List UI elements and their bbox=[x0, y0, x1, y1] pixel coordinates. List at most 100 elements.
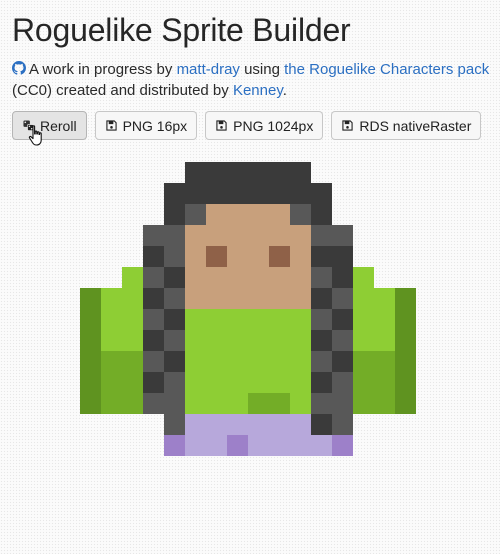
sprite-pixel bbox=[206, 225, 227, 246]
sprite-pixel bbox=[227, 435, 248, 456]
character-sprite bbox=[80, 162, 416, 456]
sprite-pixel bbox=[122, 288, 143, 309]
sprite-pixel bbox=[206, 288, 227, 309]
sprite-pixel bbox=[290, 351, 311, 372]
sprite-pixel bbox=[164, 435, 185, 456]
sprite-pixel bbox=[311, 309, 332, 330]
sprite-pixel bbox=[185, 246, 206, 267]
sprite-pixel bbox=[227, 309, 248, 330]
sprite-pixel bbox=[206, 183, 227, 204]
reroll-button[interactable]: Reroll bbox=[12, 111, 87, 140]
sprite-pixel bbox=[101, 372, 122, 393]
intro-text-part-3: (CC0) created and distributed by bbox=[12, 82, 233, 99]
sprite-pixel bbox=[80, 330, 101, 351]
sprite-pixel bbox=[269, 246, 290, 267]
sprite-pixel bbox=[206, 330, 227, 351]
kenney-link[interactable]: Kenney bbox=[233, 82, 283, 99]
rds-nativeraster-button[interactable]: RDS nativeRaster bbox=[331, 111, 482, 140]
sprite-pixel bbox=[290, 225, 311, 246]
sprite-pixel bbox=[164, 330, 185, 351]
sprite-pixel bbox=[248, 330, 269, 351]
sprite-pixel bbox=[143, 393, 164, 414]
intro-text: A work in progress by matt-dray using th… bbox=[12, 59, 496, 101]
sprite-pixel bbox=[185, 414, 206, 435]
sprite-pixel bbox=[122, 267, 143, 288]
sprite-pixel bbox=[290, 204, 311, 225]
sprite-pixel bbox=[332, 246, 353, 267]
sprite-pixel bbox=[185, 288, 206, 309]
sprite-pixel bbox=[269, 351, 290, 372]
sprite-pixel bbox=[227, 393, 248, 414]
sprite-pixel bbox=[164, 351, 185, 372]
sprite-pixel bbox=[269, 267, 290, 288]
sprite-pixel bbox=[143, 225, 164, 246]
sprite-pixel bbox=[248, 288, 269, 309]
sprite-pixel bbox=[332, 414, 353, 435]
sprite-pixel bbox=[164, 204, 185, 225]
sprite-pixel bbox=[353, 351, 374, 372]
sprite-pixel bbox=[395, 393, 416, 414]
sprite-pixel bbox=[206, 351, 227, 372]
sprite-pixel bbox=[206, 267, 227, 288]
sprite-pixel bbox=[101, 288, 122, 309]
sprite-pixel bbox=[164, 183, 185, 204]
sprite-pixel bbox=[143, 246, 164, 267]
sprite-pixel bbox=[311, 351, 332, 372]
sprite-pixel bbox=[311, 204, 332, 225]
sprite-pixel bbox=[332, 309, 353, 330]
sprite-pixel bbox=[269, 162, 290, 183]
intro-text-part-1: A work in progress by bbox=[29, 61, 177, 78]
sprite-pixel bbox=[164, 288, 185, 309]
sprite-pixel bbox=[353, 309, 374, 330]
github-icon[interactable] bbox=[12, 61, 26, 75]
sprite-pixel bbox=[290, 330, 311, 351]
sprite-pixel bbox=[80, 393, 101, 414]
sprite-pixel bbox=[185, 204, 206, 225]
sprite-pixel bbox=[185, 435, 206, 456]
sprite-pixel bbox=[290, 435, 311, 456]
sprite-pixel bbox=[374, 309, 395, 330]
sprite-pixel bbox=[290, 288, 311, 309]
hand-pointer-cursor bbox=[28, 125, 42, 146]
sprite-pixel bbox=[374, 330, 395, 351]
sprite-pixel bbox=[80, 351, 101, 372]
sprite-pixel bbox=[122, 393, 143, 414]
sprite-pixel bbox=[206, 162, 227, 183]
png-1024px-button[interactable]: PNG 1024px bbox=[205, 111, 324, 140]
sprite-pixel bbox=[80, 288, 101, 309]
sprite-pixel bbox=[185, 351, 206, 372]
sprite-pixel bbox=[311, 393, 332, 414]
sprite-pixel bbox=[80, 372, 101, 393]
sprite-pixel bbox=[101, 309, 122, 330]
sprite-pixel bbox=[332, 351, 353, 372]
sprite-pixel bbox=[122, 372, 143, 393]
png-16px-button[interactable]: PNG 16px bbox=[94, 111, 198, 140]
sprite-pixel bbox=[248, 246, 269, 267]
sprite-pixel bbox=[185, 225, 206, 246]
sprite-pixel bbox=[269, 183, 290, 204]
sprite-pixel bbox=[143, 330, 164, 351]
sprite-pixel bbox=[206, 309, 227, 330]
sprite-pixel bbox=[206, 393, 227, 414]
sprite-pixel bbox=[248, 435, 269, 456]
sprite-pixel bbox=[227, 330, 248, 351]
sprite-pixel bbox=[206, 246, 227, 267]
sprite-pixel bbox=[122, 330, 143, 351]
roguelike-pack-link[interactable]: the Roguelike Characters pack bbox=[284, 61, 489, 78]
author-link[interactable]: matt-dray bbox=[177, 61, 240, 78]
sprite-pixel bbox=[311, 267, 332, 288]
sprite-pixel bbox=[248, 372, 269, 393]
sprite-pixel bbox=[227, 162, 248, 183]
sprite-pixel bbox=[290, 414, 311, 435]
sprite-pixel bbox=[269, 309, 290, 330]
sprite-pixel bbox=[185, 309, 206, 330]
sprite-pixel bbox=[290, 372, 311, 393]
sprite-pixel bbox=[290, 183, 311, 204]
sprite-pixel bbox=[332, 330, 353, 351]
sprite-pixel bbox=[248, 204, 269, 225]
sprite-pixel bbox=[395, 309, 416, 330]
sprite-pixel bbox=[164, 246, 185, 267]
sprite-pixel bbox=[353, 372, 374, 393]
sprite-pixel bbox=[143, 351, 164, 372]
sprite-pixel bbox=[248, 162, 269, 183]
